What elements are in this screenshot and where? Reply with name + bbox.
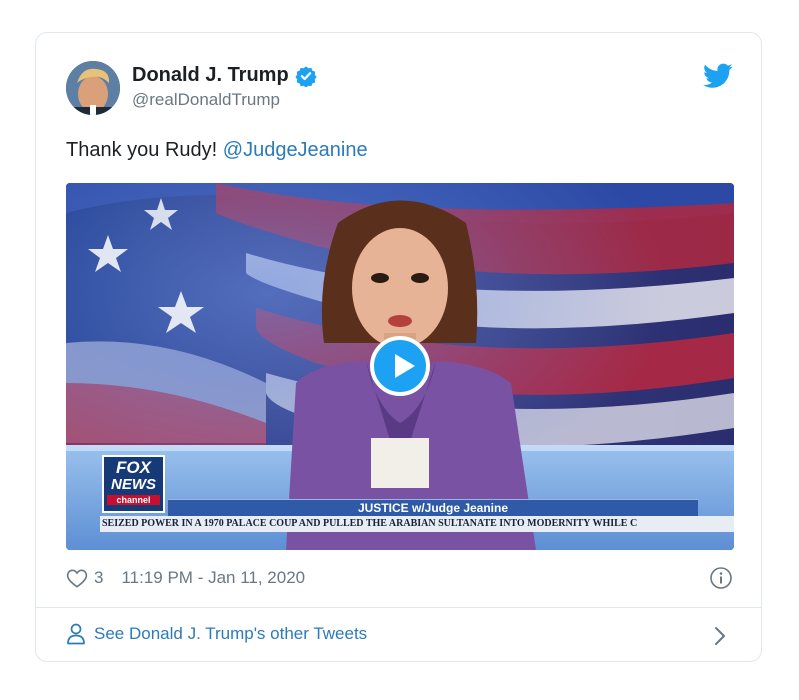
play-icon[interactable] xyxy=(370,336,430,396)
logo-line-2: NEWS xyxy=(111,476,156,493)
mention-link[interactable]: @JudgeJeanine xyxy=(223,139,368,161)
tweet-text: Thank you Rudy! @JudgeJeanine xyxy=(66,139,368,162)
news-ticker: SEIZED POWER IN A 1970 PALACE COUP AND P… xyxy=(100,516,734,532)
divider xyxy=(36,607,761,608)
person-icon xyxy=(66,623,86,645)
logo-line-1: FOX xyxy=(116,458,151,477)
show-title-bar: JUSTICE w/Judge Jeanine xyxy=(168,499,698,517)
see-more-label[interactable]: See Donald J. Trump's other Tweets xyxy=(94,624,367,644)
verified-badge-icon xyxy=(295,65,317,88)
chevron-right-icon[interactable] xyxy=(713,625,727,647)
avatar-image xyxy=(66,61,120,115)
avatar[interactable] xyxy=(66,61,120,115)
author-handle[interactable]: @realDonaldTrump xyxy=(132,90,317,110)
logo-line-3: channel xyxy=(107,495,160,505)
author-block[interactable]: Donald J. Trump @realDonaldTrump xyxy=(132,64,317,110)
tweet-footer: 3 11:19 PM - Jan 11, 2020 xyxy=(66,568,305,588)
timestamp[interactable]: 11:19 PM - Jan 11, 2020 xyxy=(121,568,305,588)
info-icon[interactable] xyxy=(709,566,733,590)
fox-news-logo: FOX NEWS channel xyxy=(102,455,165,513)
twitter-bird-icon[interactable] xyxy=(703,63,733,89)
video-media[interactable]: FOX NEWS channel JUSTICE w/Judge Jeanine… xyxy=(66,183,734,550)
like-count[interactable]: 3 xyxy=(94,568,103,588)
see-more-tweets-link[interactable]: See Donald J. Trump's other Tweets xyxy=(66,623,367,645)
author-display-name[interactable]: Donald J. Trump xyxy=(132,64,289,87)
tweet-body: Thank you Rudy! xyxy=(66,139,218,161)
tweet-card: Donald J. Trump @realDonaldTrump Thank y… xyxy=(35,32,762,662)
heart-icon[interactable] xyxy=(66,568,88,588)
